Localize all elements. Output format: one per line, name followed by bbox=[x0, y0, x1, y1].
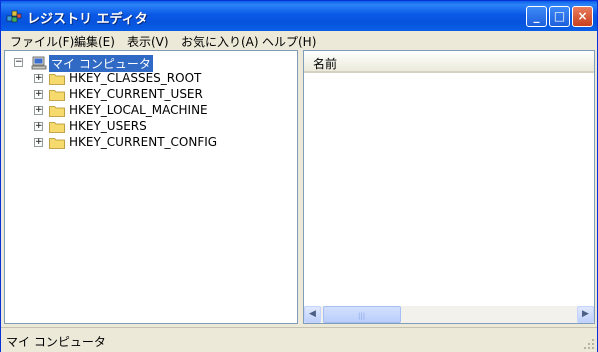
menu-file[interactable]: ファイル(F) bbox=[10, 33, 74, 50]
tree-root-label[interactable]: マイ コンピュータ bbox=[49, 55, 153, 72]
folder-icon bbox=[49, 122, 65, 133]
status-text: マイ コンピュータ bbox=[6, 335, 106, 349]
tree-item-hkcc[interactable]: + HKEY_CURRENT_CONFIG bbox=[31, 135, 291, 151]
menu-view[interactable]: 表示(V) bbox=[127, 33, 169, 50]
folder-icon bbox=[49, 90, 65, 101]
expand-icon[interactable]: + bbox=[34, 106, 43, 115]
resize-grip-icon[interactable] bbox=[583, 338, 595, 350]
folder-icon bbox=[49, 106, 65, 117]
tree-item-hkcr[interactable]: + HKEY_CLASSES_ROOT bbox=[31, 71, 291, 87]
horizontal-scrollbar[interactable]: ◀ ||| ▶ bbox=[304, 306, 594, 323]
window-title: レジストリ エディタ bbox=[27, 12, 148, 27]
close-button[interactable]: × bbox=[572, 6, 593, 27]
tree-root-my-computer[interactable]: − マイ コンピュータ bbox=[13, 55, 213, 72]
registry-editor-window: レジストリ エディタ _ □ × ファイル(F) 編集(E) 表示(V) お気に… bbox=[0, 0, 598, 352]
menu-favorites[interactable]: お気に入り(A) bbox=[181, 33, 259, 50]
tree-item-label[interactable]: HKEY_CURRENT_CONFIG bbox=[69, 135, 217, 149]
column-header-name[interactable]: 名前 bbox=[304, 51, 594, 73]
tree-item-label[interactable]: HKEY_USERS bbox=[69, 119, 147, 133]
expand-icon[interactable]: + bbox=[34, 90, 43, 99]
key-tree-pane[interactable]: − マイ コンピュータ + HKEY_CLASSES_ROOT + HKEY_C… bbox=[4, 50, 298, 324]
minimize-button[interactable]: _ bbox=[526, 6, 547, 27]
column-header-label: 名前 bbox=[313, 57, 338, 71]
maximize-button[interactable]: □ bbox=[549, 6, 570, 27]
expand-icon[interactable]: + bbox=[34, 74, 43, 83]
menu-help[interactable]: ヘルプ(H) bbox=[262, 33, 316, 50]
status-bar: マイ コンピュータ bbox=[1, 327, 597, 352]
menu-bar: ファイル(F) 編集(E) 表示(V) お気に入り(A) ヘルプ(H) bbox=[1, 31, 597, 50]
folder-icon bbox=[49, 138, 65, 149]
computer-icon bbox=[31, 56, 47, 70]
registry-editor-icon bbox=[6, 10, 22, 23]
tree-item-label[interactable]: HKEY_LOCAL_MACHINE bbox=[69, 103, 208, 117]
expand-icon[interactable]: + bbox=[34, 122, 43, 131]
tree-item-hklm[interactable]: + HKEY_LOCAL_MACHINE bbox=[31, 103, 291, 119]
tree-item-hku[interactable]: + HKEY_USERS bbox=[31, 119, 291, 135]
scroll-thumb[interactable]: ||| bbox=[323, 306, 401, 323]
menu-edit[interactable]: 編集(E) bbox=[74, 33, 115, 50]
tree-item-label[interactable]: HKEY_CURRENT_USER bbox=[69, 87, 203, 101]
scroll-left-arrow-icon[interactable]: ◀ bbox=[304, 306, 321, 323]
collapse-icon[interactable]: − bbox=[14, 58, 23, 67]
scroll-grip-icon: ||| bbox=[358, 312, 366, 320]
title-bar[interactable]: レジストリ エディタ _ □ × bbox=[1, 1, 597, 31]
value-list-pane[interactable]: 名前 ◀ ||| ▶ bbox=[303, 50, 595, 324]
expand-icon[interactable]: + bbox=[34, 138, 43, 147]
folder-icon bbox=[49, 74, 65, 85]
tree-item-hkcu[interactable]: + HKEY_CURRENT_USER bbox=[31, 87, 291, 103]
scroll-right-arrow-icon[interactable]: ▶ bbox=[577, 306, 594, 323]
tree-item-label[interactable]: HKEY_CLASSES_ROOT bbox=[69, 71, 201, 85]
